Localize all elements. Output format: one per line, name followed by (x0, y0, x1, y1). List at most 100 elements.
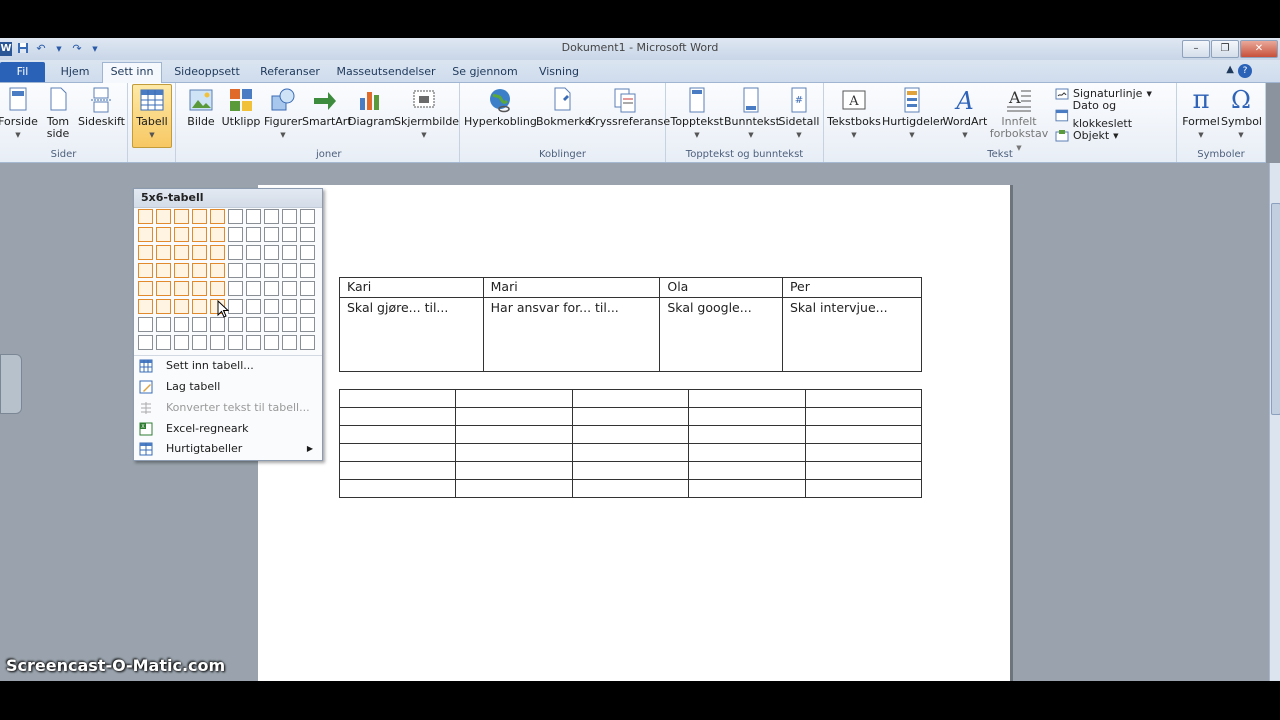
table-cell[interactable] (455, 425, 573, 444)
table-cell[interactable] (338, 425, 457, 444)
grid-cell[interactable] (174, 263, 189, 278)
document-table-1[interactable]: Kari Mari Ola Per Skal gjøre... til... H… (339, 277, 923, 372)
maximize-button[interactable]: ❐ (1211, 40, 1239, 58)
grid-cell[interactable] (300, 227, 315, 242)
sideskift-button[interactable]: Sideskift (78, 85, 125, 128)
tom-side-button[interactable]: Tom side (42, 85, 74, 140)
grid-cell[interactable] (246, 299, 261, 314)
grid-cell[interactable] (228, 245, 243, 260)
table-cell[interactable]: Kari (339, 277, 484, 298)
tab-sett-inn[interactable]: Sett inn (102, 62, 162, 83)
grid-cell[interactable] (210, 245, 225, 260)
grid-cell[interactable] (246, 209, 261, 224)
grid-cell[interactable] (228, 335, 243, 350)
menu-item-lag-tabell[interactable]: Lag tabell (134, 377, 322, 397)
hurtigdeler-button[interactable]: Hurtigdeler ▼ (882, 85, 944, 141)
grid-cell[interactable] (156, 299, 171, 314)
grid-cell[interactable] (192, 281, 207, 296)
grid-cell[interactable] (192, 299, 207, 314)
table-cell[interactable] (804, 461, 923, 480)
grid-cell[interactable] (174, 281, 189, 296)
tab-hjem[interactable]: Hjem (52, 63, 98, 81)
grid-cell[interactable] (246, 245, 261, 260)
grid-cell[interactable] (138, 227, 153, 242)
vertical-scrollbar[interactable] (1269, 163, 1280, 681)
formel-button[interactable]: π Formel ▼ (1181, 85, 1221, 141)
table-cell[interactable] (571, 407, 690, 426)
grid-cell[interactable] (156, 281, 171, 296)
grid-cell[interactable] (156, 209, 171, 224)
grid-cell[interactable] (264, 263, 279, 278)
bilde-button[interactable]: Bilde (184, 85, 218, 128)
grid-cell[interactable] (282, 281, 297, 296)
table-cell[interactable] (688, 389, 806, 408)
table-grid-picker[interactable] (138, 209, 315, 350)
bokmerke-button[interactable]: Bokmerke (536, 85, 591, 128)
objekt-button[interactable]: Objekt ▼ (1055, 127, 1119, 145)
grid-cell[interactable] (138, 317, 153, 332)
menu-item-hurtigtabeller[interactable]: Hurtigtabeller ▶ (134, 439, 322, 459)
grid-cell[interactable] (264, 299, 279, 314)
table-cell[interactable] (688, 461, 806, 480)
grid-cell[interactable] (282, 227, 297, 242)
grid-cell[interactable] (174, 317, 189, 332)
table-cell[interactable] (455, 479, 573, 498)
grid-cell[interactable] (282, 209, 297, 224)
table-cell[interactable]: Ola (659, 277, 783, 298)
tekstboks-button[interactable]: A Tekstboks ▼ (826, 85, 882, 141)
table-cell[interactable]: Har ansvar for... til... (482, 297, 661, 372)
table-cell[interactable] (338, 461, 457, 480)
grid-cell[interactable] (192, 335, 207, 350)
grid-cell[interactable] (264, 227, 279, 242)
grid-cell[interactable] (138, 281, 153, 296)
table-cell[interactable] (688, 443, 806, 462)
grid-cell[interactable] (300, 299, 315, 314)
grid-cell[interactable] (192, 317, 207, 332)
grid-cell[interactable] (192, 263, 207, 278)
minimize-ribbon-icon[interactable]: ▲ (1226, 64, 1234, 75)
grid-cell[interactable] (138, 335, 153, 350)
table-cell[interactable] (455, 461, 573, 480)
grid-cell[interactable] (264, 281, 279, 296)
grid-cell[interactable] (156, 245, 171, 260)
grid-cell[interactable] (282, 317, 297, 332)
grid-cell[interactable] (228, 317, 243, 332)
table-cell[interactable] (455, 443, 573, 462)
grid-cell[interactable] (192, 245, 207, 260)
grid-cell[interactable] (228, 263, 243, 278)
table-cell[interactable]: Skal google... (659, 297, 783, 372)
topptekst-button[interactable]: Topptekst ▼ (670, 85, 724, 141)
grid-cell[interactable] (174, 245, 189, 260)
grid-cell[interactable] (264, 317, 279, 332)
grid-cell[interactable] (156, 263, 171, 278)
grid-cell[interactable] (264, 245, 279, 260)
tab-sideoppsett[interactable]: Sideoppsett (168, 63, 246, 81)
grid-cell[interactable] (282, 245, 297, 260)
hyperkobling-button[interactable]: Hyperkobling (464, 85, 537, 128)
grid-cell[interactable] (156, 335, 171, 350)
tab-referanser[interactable]: Referanser (255, 63, 325, 81)
symbol-button[interactable]: Ω Symbol ▼ (1221, 85, 1262, 141)
grid-cell[interactable] (300, 245, 315, 260)
grid-cell[interactable] (210, 209, 225, 224)
grid-cell[interactable] (246, 263, 261, 278)
table-cell[interactable] (338, 407, 457, 426)
table-cell[interactable] (804, 389, 923, 408)
grid-cell[interactable] (246, 281, 261, 296)
grid-cell[interactable] (246, 317, 261, 332)
grid-cell[interactable] (138, 209, 153, 224)
table-cell[interactable] (338, 479, 457, 498)
grid-cell[interactable] (300, 317, 315, 332)
grid-cell[interactable] (210, 335, 225, 350)
grid-cell[interactable] (156, 317, 171, 332)
document-page[interactable]: Kari Mari Ola Per Skal gjøre... til... H… (258, 185, 1013, 681)
menu-item-sett-inn-tabell[interactable]: Sett inn tabell... (134, 356, 322, 376)
table-cell[interactable]: Per (781, 277, 923, 298)
skjermbilde-button[interactable]: Skjermbilde ▼ (394, 85, 459, 141)
smartart-button[interactable]: SmartArt (302, 85, 352, 128)
grid-cell[interactable] (228, 209, 243, 224)
sidetall-button[interactable]: # Sidetall ▼ (778, 85, 820, 141)
grid-cell[interactable] (174, 209, 189, 224)
table-cell[interactable]: Mari (482, 277, 661, 298)
table-cell[interactable] (804, 425, 923, 444)
